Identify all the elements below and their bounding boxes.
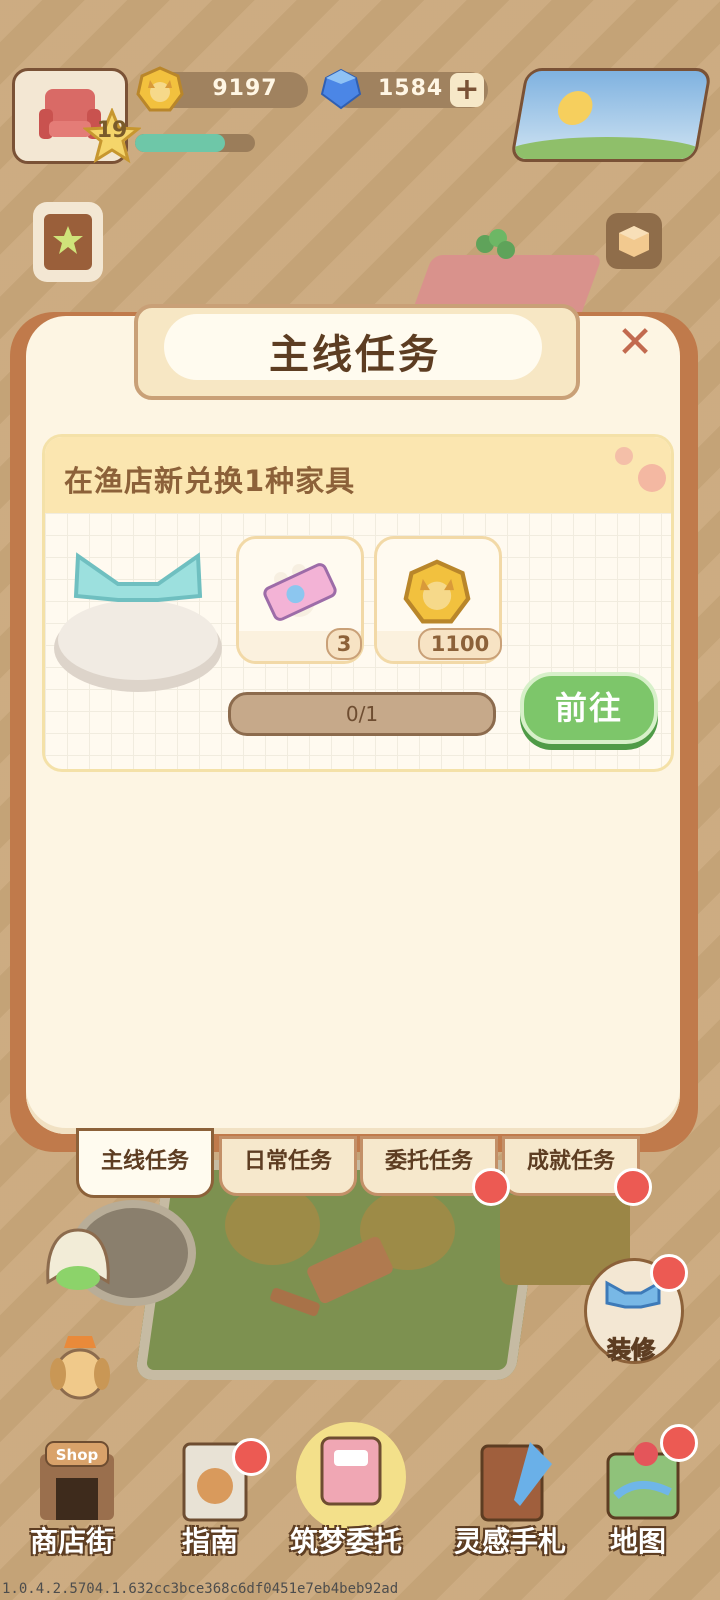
shop-sign-text: Shop: [56, 1446, 99, 1464]
xp-bar-fill: [135, 134, 225, 152]
coin-amount: 9197: [212, 76, 278, 101]
reward-count: 1100: [418, 628, 502, 660]
version-text: 1.0.4.2.5704.1.632cc3bce368c6df0451e7eb4…: [2, 1581, 399, 1597]
add-gems-button[interactable]: +: [450, 73, 484, 107]
close-button[interactable]: ✕: [612, 320, 658, 366]
journal-icon: [480, 1442, 552, 1522]
nav-label: 地图: [609, 1525, 666, 1558]
bush: [225, 1185, 320, 1265]
star-book-icon: [44, 214, 92, 270]
hill: [509, 137, 708, 162]
puppy-icon[interactable]: [38, 1330, 122, 1414]
notification-badge: [232, 1438, 270, 1476]
tab-main-quest[interactable]: 主线任务: [76, 1128, 214, 1198]
xp-bar: [135, 134, 255, 152]
clover-decoration: [476, 229, 515, 259]
sun-icon: [555, 91, 596, 125]
nav-label: 筑梦委托: [289, 1525, 402, 1558]
box-icon: [619, 226, 649, 257]
corgi-coin-icon: [403, 559, 471, 624]
renovate-label: 装修: [607, 1336, 656, 1365]
notification-badge: [650, 1254, 688, 1292]
shop-icon: Shop: [40, 1441, 114, 1520]
ticket-icon: [263, 563, 337, 621]
corgi-coin-icon: [136, 66, 184, 112]
ghost-pumpkin-icon[interactable]: [38, 1222, 118, 1308]
nav-label: 商店街: [29, 1525, 114, 1558]
nav-shop-street[interactable]: Shop 商店街: [12, 1436, 132, 1558]
gem-icon: [320, 68, 362, 110]
dialog-title: 主线任务: [269, 332, 441, 378]
furniture-icon: [54, 552, 222, 692]
gem-amount: 1584: [378, 76, 444, 101]
task-progress-text: 0/1: [345, 702, 379, 726]
reward-count: 3: [326, 628, 362, 660]
notification-badge: [472, 1168, 510, 1206]
nav-label: 指南: [181, 1525, 238, 1558]
notification-badge: [660, 1424, 698, 1462]
star-book-button[interactable]: [33, 202, 103, 282]
nav-dream-commission[interactable]: 筑梦委托: [286, 1422, 406, 1558]
go-button[interactable]: 前往: [520, 672, 658, 744]
weather-scene[interactable]: [509, 68, 713, 162]
task-description: 在渔店新兑换1种家具: [64, 464, 356, 498]
notification-badge: [614, 1168, 652, 1206]
storage-box-button[interactable]: [606, 213, 662, 269]
notebook-icon: [296, 1422, 406, 1532]
hearts-decoration: [615, 447, 666, 492]
player-level: 19: [96, 118, 128, 143]
tab-daily-quest[interactable]: 日常任务: [219, 1136, 357, 1196]
nav-inspiration-notes[interactable]: 灵感手札: [450, 1436, 570, 1558]
